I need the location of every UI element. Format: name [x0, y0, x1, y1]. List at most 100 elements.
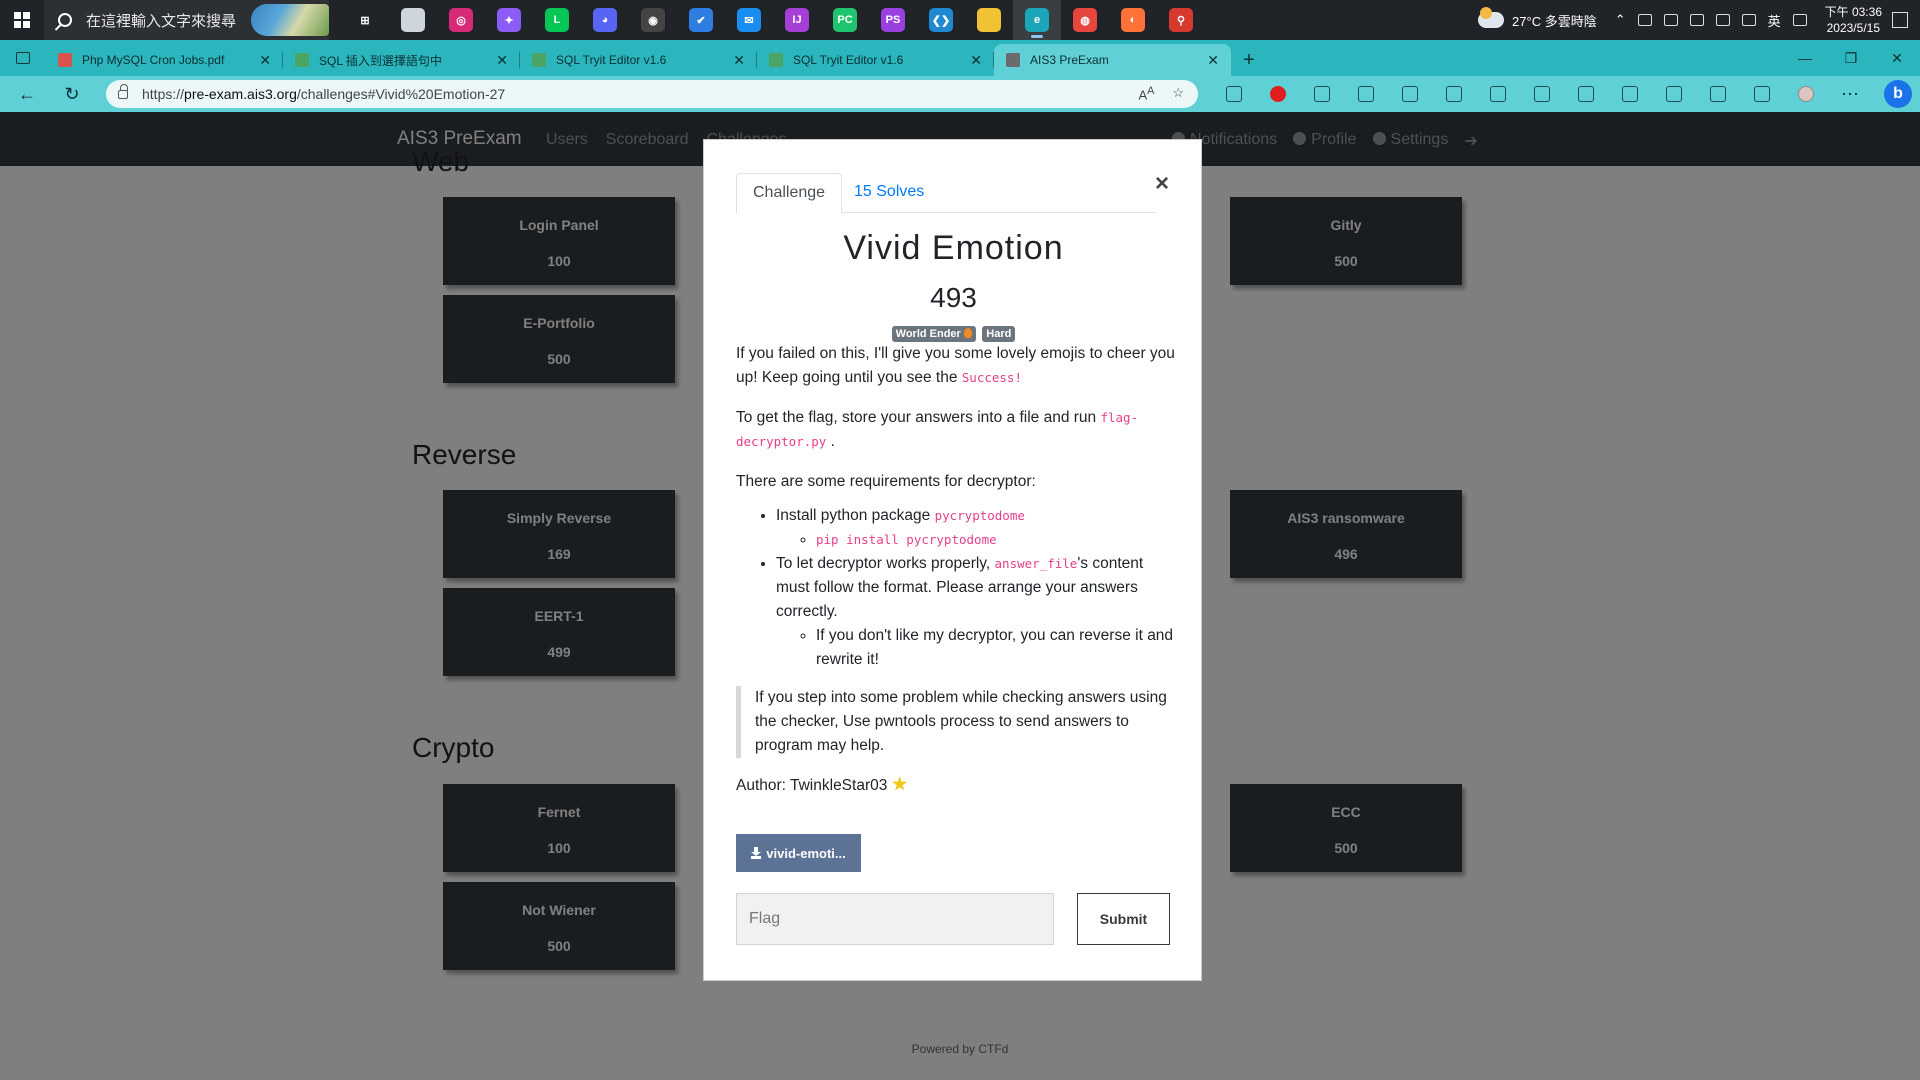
taskbar-app[interactable]: e [1013, 0, 1061, 40]
browser-essentials-icon[interactable] [1696, 76, 1740, 112]
author-text: Author: TwinkleStar03 [736, 777, 892, 794]
close-tab-icon[interactable]: ✕ [733, 52, 745, 69]
submit-button[interactable]: Submit [1077, 893, 1170, 945]
flag-input[interactable] [736, 893, 1054, 945]
taskbar-app[interactable]: ✔ [677, 0, 725, 40]
browser-tab[interactable]: SQL Tryit Editor v1.6 ✕ [520, 44, 757, 76]
favorites-icon[interactable] [1388, 76, 1432, 112]
read-aloud-icon[interactable]: AA [1138, 85, 1154, 102]
taskbar-app[interactable]: PS [869, 0, 917, 40]
close-tab-icon[interactable]: ✕ [259, 52, 271, 69]
search-highlight-image [251, 4, 329, 36]
taskbar-search-box[interactable]: 在這裡輸入文字來搜尋 [44, 0, 329, 40]
taskbar-app[interactable]: ◐ [1109, 0, 1157, 40]
browser-toolbar: ← ↻ https:// pre-exam.ais3.org /challeng… [0, 76, 1920, 112]
close-tab-icon[interactable]: ✕ [496, 52, 508, 69]
tab-favicon-icon [769, 53, 783, 67]
taskbar-app[interactable]: ◉ [629, 0, 677, 40]
lock-icon[interactable] [118, 83, 128, 99]
browser-tab[interactable]: SQL 插入到選擇語句中 ✕ [283, 44, 520, 76]
taskbar-app[interactable]: ❮❯ [917, 0, 965, 40]
back-button[interactable]: ← [9, 76, 45, 112]
meet-now-icon[interactable] [1637, 14, 1652, 26]
bing-chat-button[interactable]: b [1884, 80, 1912, 108]
list-item: If you don't like my decryptor, you can … [816, 624, 1176, 672]
notification-center-icon[interactable] [1892, 12, 1908, 28]
taskbar-clock[interactable]: 下午 03:36 2023/5/15 [1825, 4, 1882, 36]
display-icon[interactable] [1663, 14, 1678, 26]
collections-icon[interactable] [1432, 76, 1476, 112]
opera-extension-icon[interactable] [1256, 76, 1300, 112]
browser-tab[interactable]: SQL Tryit Editor v1.6 ✕ [757, 44, 994, 76]
extension-icon[interactable] [1212, 76, 1256, 112]
ime-indicator[interactable]: 英 [1768, 11, 1781, 30]
battery-icon[interactable] [1689, 14, 1704, 26]
instagram-icon: ◎ [449, 8, 473, 32]
taskbar-app[interactable]: ◕ [581, 0, 629, 40]
chevron-up-icon[interactable]: ⌃ [1615, 12, 1626, 28]
windows-taskbar: 在這裡輸入文字來搜尋 ⊞ ◎ ✦ L ◕ ◉ ✔ ✉ IJ PC PS ❮❯ e ◍ ◐ ⚲ 27°C 多雲時… [0, 0, 1920, 40]
taskbar-app[interactable]: L [533, 0, 581, 40]
extensions-icon[interactable] [1344, 76, 1388, 112]
wifi-icon[interactable] [1715, 14, 1730, 26]
inline-code: answer_file [994, 556, 1078, 571]
minimize-button[interactable]: — [1782, 40, 1828, 76]
taskbar-app[interactable]: PC [821, 0, 869, 40]
weather-text[interactable]: 27°C 多雲時陰 [1512, 11, 1597, 30]
taskbar-app[interactable]: ⚲ [1157, 0, 1205, 40]
downloads-icon[interactable] [1520, 76, 1564, 112]
text: To get the flag, store your answers into… [736, 409, 1101, 426]
browser-tab[interactable]: AIS3 PreExam ✕ [994, 44, 1231, 76]
maximize-button[interactable]: ❐ [1828, 40, 1874, 76]
start-button[interactable] [0, 0, 44, 40]
tab-solves[interactable]: 15 Solves [838, 173, 940, 214]
more-menu-icon[interactable]: ⋯ [1828, 76, 1872, 112]
taskbar-app[interactable]: ✉ [725, 0, 773, 40]
browser-tab[interactable]: Php MySQL Cron Jobs.pdf ✕ [46, 44, 283, 76]
add-favorite-icon[interactable]: ☆ [1172, 85, 1184, 102]
list-item: pip install pycryptodome [816, 528, 1176, 552]
list-item: Install python package pycryptodome pip … [776, 504, 1176, 552]
taskbar-app[interactable]: ◎ [437, 0, 485, 40]
screenshot-icon[interactable] [1608, 76, 1652, 112]
taskbar-app-list: ⊞ ◎ ✦ L ◕ ◉ ✔ ✉ IJ PC PS ❮❯ e ◍ ◐ ⚲ [341, 0, 1205, 40]
quote-icon[interactable] [1652, 76, 1696, 112]
tab-actions-button[interactable] [0, 40, 46, 76]
tab-title: AIS3 PreExam [1030, 53, 1109, 67]
close-icon[interactable]: × [1155, 170, 1169, 198]
taskbar-app[interactable]: ◍ [1061, 0, 1109, 40]
weather-icon[interactable] [1478, 7, 1505, 28]
text: . [826, 433, 835, 450]
tab-challenge[interactable]: Challenge [736, 173, 843, 214]
chat-extension-icon[interactable] [1300, 76, 1344, 112]
taskbar-app[interactable]: ⊞ [341, 0, 389, 40]
clock-date: 2023/5/15 [1826, 21, 1880, 35]
new-tab-button[interactable]: + [1231, 44, 1267, 76]
requirements-list: Install python package pycryptodome pip … [776, 504, 1176, 672]
taskbar-app[interactable]: IJ [773, 0, 821, 40]
taskbar-app[interactable] [965, 0, 1013, 40]
download-file-button[interactable]: vivid-emoti... [736, 834, 861, 872]
taskbar-app[interactable]: ✦ [485, 0, 533, 40]
text: To let decryptor works properly, [776, 555, 995, 572]
close-tab-icon[interactable]: ✕ [970, 52, 982, 69]
web-page: AIS3 PreExam Users Scoreboard Challenges… [0, 112, 1920, 1080]
close-tab-icon[interactable]: ✕ [1207, 52, 1219, 69]
performance-icon[interactable] [1564, 76, 1608, 112]
address-bar[interactable]: https:// pre-exam.ais3.org /challenges#V… [106, 80, 1198, 108]
ime-mode-icon[interactable] [1792, 14, 1807, 26]
history-icon[interactable] [1476, 76, 1520, 112]
workspaces-icon[interactable] [1740, 76, 1784, 112]
line-icon: L [545, 8, 569, 32]
close-window-button[interactable]: ✕ [1874, 40, 1920, 76]
tab-actions-icon [16, 52, 30, 64]
keyboard-icon[interactable] [1741, 14, 1756, 26]
refresh-button[interactable]: ↻ [54, 76, 90, 112]
tab-favicon-icon [532, 53, 546, 67]
profile-avatar[interactable] [1784, 76, 1828, 112]
taskbar-app[interactable] [389, 0, 437, 40]
text: If you failed on this, I'll give you som… [736, 345, 1175, 386]
challenge-points: 493 [930, 282, 977, 313]
list-item: To let decryptor works properly, answer_… [776, 552, 1176, 672]
intellij-icon: IJ [785, 8, 809, 32]
